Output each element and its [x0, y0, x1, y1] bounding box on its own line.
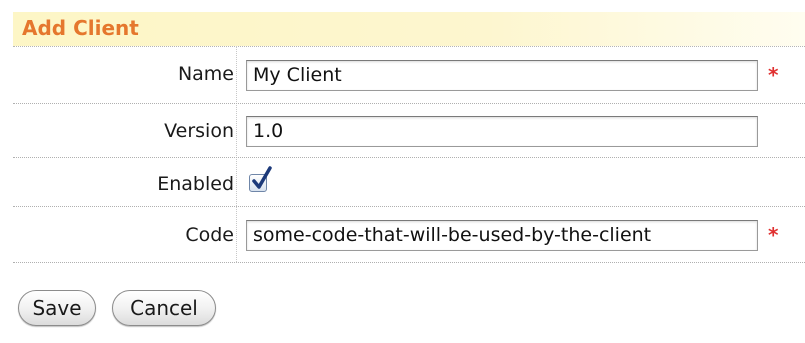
- enabled-row: Enabled: [13, 158, 805, 207]
- enabled-checkbox[interactable]: [249, 166, 272, 192]
- name-required-mark: *: [768, 63, 779, 87]
- name-label-cell: Name: [13, 46, 234, 103]
- form-header: Add Client: [13, 12, 805, 46]
- code-label-cell: Code: [13, 207, 234, 262]
- enabled-label: Enabled: [157, 173, 234, 195]
- save-button[interactable]: Save: [18, 290, 96, 326]
- code-row: Code some-code-that-will-be-used-by-the-…: [13, 207, 805, 263]
- version-label: Version: [164, 120, 234, 142]
- cancel-button[interactable]: Cancel: [112, 290, 216, 326]
- name-label: Name: [177, 63, 234, 85]
- version-row: Version 1.0: [13, 104, 805, 158]
- version-input[interactable]: 1.0: [246, 116, 758, 147]
- enabled-label-cell: Enabled: [13, 158, 234, 206]
- code-label: Code: [185, 224, 234, 246]
- code-required-mark: *: [768, 223, 779, 247]
- checkmark-icon: [252, 166, 272, 189]
- code-input[interactable]: some-code-that-will-be-used-by-the-clien…: [246, 220, 758, 251]
- name-input[interactable]: My Client: [246, 60, 758, 91]
- form-title: Add Client: [22, 16, 139, 40]
- name-row: Name My Client *: [13, 46, 805, 104]
- version-label-cell: Version: [13, 104, 234, 157]
